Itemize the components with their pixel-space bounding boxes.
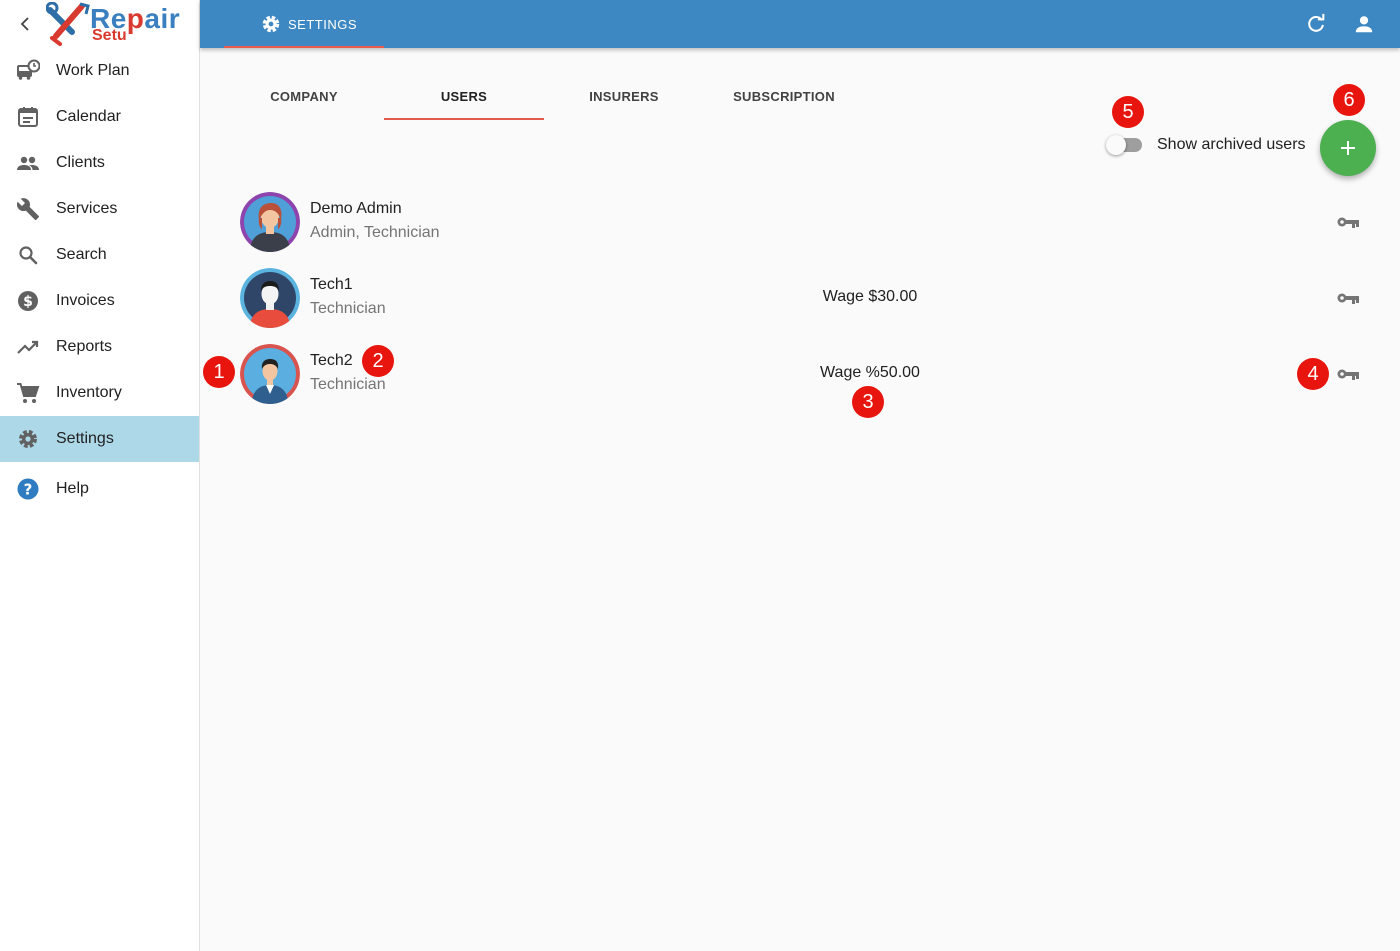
sidebar-item-clients[interactable]: Clients (0, 140, 199, 186)
show-archived-switch[interactable] (1106, 135, 1142, 155)
chevron-left-icon (20, 17, 29, 31)
svg-text:$: $ (23, 294, 33, 310)
annotation-badge-3: 3 (852, 386, 884, 418)
repair-setup-logo: Repair Setu (46, 2, 188, 46)
plus-icon (1341, 141, 1355, 155)
settings-tabs: COMPANY USERS INSURERS SUBSCRIPTION (224, 72, 864, 120)
tab-users[interactable]: USERS (384, 72, 544, 120)
dollar-circle-icon: $ (16, 289, 40, 313)
key-icon (1337, 293, 1359, 304)
avatar (240, 268, 300, 328)
calendar-icon (16, 105, 40, 129)
sidebar-item-search[interactable]: Search (0, 232, 199, 278)
user-role: Admin, Technician (310, 224, 440, 241)
sidebar-item-services[interactable]: Services (0, 186, 199, 232)
sidebar-item-label: Clients (56, 154, 105, 171)
annotation-badge-1: 1 (203, 356, 235, 388)
sidebar-item-inventory[interactable]: Inventory (0, 370, 199, 416)
account-button[interactable] (1352, 12, 1376, 36)
app-bar: SETTINGS (200, 0, 1400, 48)
sidebar-item-label: Work Plan (56, 62, 130, 79)
user-wage: Wage %50.00 (820, 364, 920, 381)
user-row-demo-admin[interactable]: Demo Admin Admin, Technician (240, 190, 1376, 254)
sidebar-item-label: Help (56, 480, 89, 497)
tab-subscription[interactable]: SUBSCRIPTION (704, 72, 864, 120)
annotation-badge-4: 4 (1297, 358, 1329, 390)
annotation-badge-6: 6 (1333, 84, 1365, 116)
annotation-badge-2: 2 (362, 345, 394, 377)
refresh-icon (1308, 13, 1325, 32)
user-name: Tech2 (310, 352, 353, 369)
user-wage: Wage $30.00 (822, 288, 918, 305)
wrench-icon (16, 197, 40, 221)
tools-logo-icon (46, 2, 90, 46)
help-circle-icon: ? (16, 477, 40, 501)
search-icon (16, 243, 40, 267)
key-icon (1337, 217, 1359, 228)
show-archived-toggle-group: Show archived users (1106, 132, 1306, 158)
show-archived-label: Show archived users (1157, 136, 1306, 153)
sidebar-item-calendar[interactable]: Calendar (0, 94, 199, 140)
user-role: Technician (310, 300, 386, 317)
tab-insurers[interactable]: INSURERS (544, 72, 704, 120)
user-name: Demo Admin (310, 200, 402, 217)
sidebar-header: Repair Setu (0, 0, 199, 48)
sidebar-item-label: Reports (56, 338, 113, 355)
collapse-sidebar-button[interactable] (14, 13, 36, 35)
switch-knob (1106, 135, 1126, 155)
svg-text:?: ? (24, 481, 33, 499)
user-name: Tech1 (310, 276, 353, 293)
add-user-button[interactable] (1320, 120, 1376, 176)
sidebar-item-label: Services (56, 200, 118, 217)
avatar (240, 192, 300, 252)
sidebar-item-label: Search (56, 246, 107, 263)
sidebar: Repair Setu Work Plan Calendar Clients S… (0, 0, 200, 951)
appbar-settings-tab[interactable]: SETTINGS (224, 0, 384, 48)
sidebar-nav: Work Plan Calendar Clients Services Sear… (0, 48, 199, 512)
sidebar-item-label: Settings (56, 430, 114, 447)
sidebar-item-label: Inventory (56, 384, 122, 401)
people-icon (16, 151, 40, 175)
sidebar-item-work-plan[interactable]: Work Plan (0, 48, 199, 94)
key-icon (1337, 369, 1359, 380)
sidebar-item-label: Calendar (56, 108, 121, 125)
gear-icon (16, 427, 40, 451)
avatar (240, 344, 300, 404)
tab-company[interactable]: COMPANY (224, 72, 384, 120)
annotation-badge-5: 5 (1112, 96, 1144, 128)
sidebar-item-reports[interactable]: Reports (0, 324, 199, 370)
person-icon (1355, 16, 1373, 33)
sidebar-item-label: Invoices (56, 292, 115, 309)
sidebar-item-help[interactable]: ? Help (0, 466, 199, 512)
appbar-tab-indicator (224, 46, 384, 48)
gear-icon (262, 15, 280, 33)
bus-clock-icon (16, 59, 40, 83)
refresh-button[interactable] (1304, 12, 1328, 36)
user-role: Technician (310, 376, 386, 393)
sidebar-item-settings[interactable]: Settings (0, 416, 199, 462)
appbar-actions (1304, 12, 1376, 36)
sidebar-item-invoices[interactable]: $ Invoices (0, 278, 199, 324)
change-password-button[interactable] (1336, 210, 1360, 234)
user-row-tech2[interactable]: Tech2 Technician Wage %50.00 (240, 342, 1376, 406)
logo-text-bottom: Setu (92, 27, 127, 44)
cart-icon (16, 381, 40, 405)
page-title: SETTINGS (288, 16, 358, 32)
trending-up-icon (16, 335, 40, 359)
change-password-button[interactable] (1336, 362, 1360, 386)
user-row-tech1[interactable]: Tech1 Technician Wage $30.00 (240, 266, 1376, 330)
change-password-button[interactable] (1336, 286, 1360, 310)
